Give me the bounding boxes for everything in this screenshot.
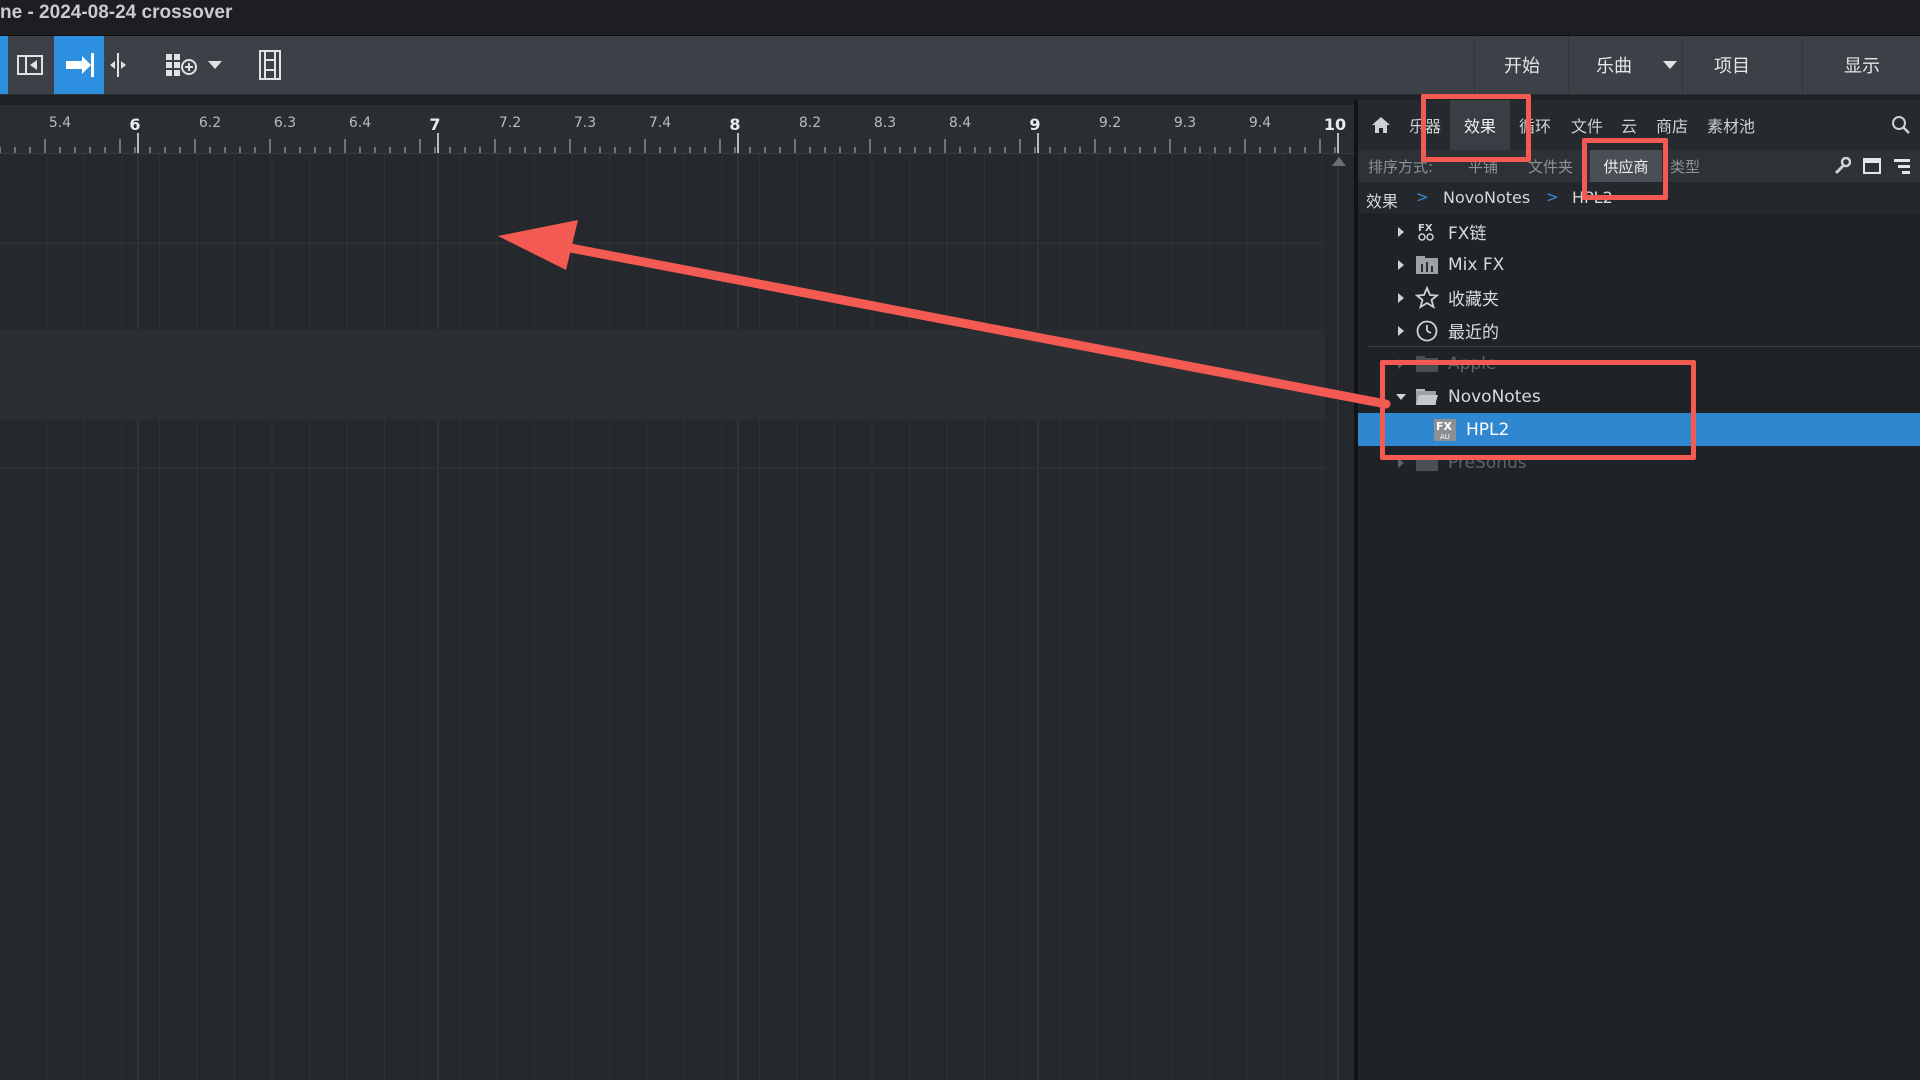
star-icon bbox=[1414, 285, 1440, 311]
ruler-label: 8 bbox=[729, 115, 741, 134]
ruler-label: 7.2 bbox=[498, 115, 522, 131]
search-button[interactable] bbox=[1886, 100, 1916, 150]
arrow-right-bar-icon bbox=[66, 53, 94, 77]
timeline-ruler[interactable]: 5.4 6 6.2 6.3 6.4 7 7.2 7.3 7.4 8 8.2 8.3 8.4 9 9.2 9.3… bbox=[0, 105, 1354, 154]
ruler-label: 9 bbox=[1029, 115, 1041, 134]
page-start-label: 开始 bbox=[1504, 56, 1540, 77]
sort-folder-label: 文件夹 bbox=[1528, 157, 1574, 176]
tree-item-fx-chains[interactable]: FX FX链 bbox=[1358, 215, 1920, 248]
sort-folder[interactable]: 文件夹 bbox=[1528, 150, 1588, 182]
view-mode-button[interactable] bbox=[1860, 150, 1884, 182]
tree-item-recent[interactable]: 最近的 bbox=[1358, 314, 1920, 347]
expand-arrow-icon[interactable] bbox=[1398, 325, 1404, 336]
ruler-label: 9.3 bbox=[1173, 115, 1197, 131]
chevron-down-icon bbox=[208, 61, 222, 69]
tree-item-mix-fx[interactable]: Mix FX bbox=[1358, 248, 1920, 281]
ruler-label: 8.3 bbox=[873, 115, 897, 131]
arrangement-grid bbox=[0, 153, 1339, 1080]
film-strip-icon bbox=[259, 50, 281, 80]
ruler-label: 6.3 bbox=[273, 115, 297, 131]
tab-shop-label: 商店 bbox=[1655, 117, 1688, 136]
expand-arrow-icon[interactable] bbox=[1398, 226, 1404, 237]
window-title: ne - 2024-08-24 crossover bbox=[0, 2, 233, 23]
browser-settings-button[interactable] bbox=[1830, 150, 1854, 182]
video-track-button[interactable] bbox=[252, 36, 288, 94]
mixer-folder-icon bbox=[1414, 252, 1440, 278]
toolbar: 开始 乐曲 项目 显示 bbox=[0, 36, 1920, 95]
chevron-right-icon: > bbox=[1416, 188, 1429, 206]
arrangement-view[interactable]: 5.4 6 6.2 6.3 6.4 7 7.2 7.3 7.4 8 8.2 8.3 8.4 9 9.2 9.3… bbox=[0, 105, 1354, 1080]
home-icon bbox=[1372, 117, 1390, 133]
ruler-label: 6 bbox=[129, 115, 141, 134]
page-project-button[interactable]: 项目 bbox=[1682, 36, 1781, 94]
expand-arrow-icon[interactable] bbox=[1398, 259, 1404, 270]
page-song-label: 乐曲 bbox=[1596, 56, 1632, 77]
expand-arrow-icon[interactable] bbox=[1398, 292, 1404, 303]
svg-text:FX: FX bbox=[1418, 223, 1433, 234]
ruler-label: 7 bbox=[429, 115, 441, 134]
show-button[interactable]: 显示 bbox=[1802, 36, 1920, 94]
wrench-icon bbox=[1834, 157, 1851, 175]
tree-item-label: 收藏夹 bbox=[1448, 290, 1499, 310]
ruler-label: 10 bbox=[1323, 115, 1347, 134]
track-lane[interactable] bbox=[0, 330, 1325, 420]
ruler-label: 7.4 bbox=[648, 115, 672, 131]
tree-item-favorites[interactable]: 收藏夹 bbox=[1358, 281, 1920, 314]
chevron-down-icon bbox=[1663, 61, 1677, 69]
window-icon bbox=[1863, 158, 1881, 174]
ruler-label: 7.3 bbox=[573, 115, 597, 131]
search-icon bbox=[1892, 116, 1910, 134]
show-label: 显示 bbox=[1844, 56, 1880, 77]
browser-panel: 乐器 效果 循环 文件 云 商店 素材池 排序方式: 平铺 文件夹 供应商 类型… bbox=[1358, 100, 1920, 1080]
split-icon bbox=[110, 53, 126, 77]
grid-dropdown-button[interactable] bbox=[204, 36, 226, 94]
inspector-toggle-button[interactable] bbox=[12, 36, 48, 94]
ruler-label: 8.2 bbox=[798, 115, 822, 131]
highlight-novonotes-hpl2 bbox=[1380, 360, 1696, 460]
page-project-label: 项目 bbox=[1714, 56, 1750, 77]
ruler-label: 6.4 bbox=[348, 115, 372, 131]
page-start-button[interactable]: 开始 bbox=[1474, 36, 1569, 94]
tab-pool[interactable]: 素材池 bbox=[1700, 100, 1762, 150]
tree-item-label: Mix FX bbox=[1448, 254, 1505, 275]
toolbar-edge bbox=[0, 36, 8, 94]
ruler-label: 9.2 bbox=[1098, 115, 1122, 131]
tree-item-label: 最近的 bbox=[1448, 323, 1499, 343]
snap-to-grid-button[interactable] bbox=[54, 36, 104, 94]
clock-icon bbox=[1414, 318, 1440, 344]
inspector-icon bbox=[17, 55, 43, 75]
breadcrumb-effects[interactable]: 效果 bbox=[1366, 188, 1398, 212]
fx-chain-icon: FX bbox=[1414, 219, 1440, 245]
split-tool-button[interactable] bbox=[104, 36, 132, 94]
grid-plus-icon bbox=[166, 54, 197, 76]
highlight-effects-tab bbox=[1421, 94, 1531, 162]
list-icon bbox=[1894, 159, 1910, 174]
grid-add-button[interactable] bbox=[160, 36, 202, 94]
title-bar: ne - 2024-08-24 crossover bbox=[0, 0, 1920, 36]
list-view-button[interactable] bbox=[1890, 150, 1914, 182]
ruler-label: 8.4 bbox=[948, 115, 972, 131]
sort-type-label: 类型 bbox=[1670, 157, 1701, 176]
highlight-vendor-sort bbox=[1582, 138, 1668, 200]
ruler-label: 6.2 bbox=[198, 115, 222, 131]
scroll-up-arrow[interactable] bbox=[1332, 157, 1346, 166]
tab-files-label: 文件 bbox=[1570, 117, 1603, 136]
sort-type[interactable]: 类型 bbox=[1670, 150, 1714, 182]
home-button[interactable] bbox=[1364, 100, 1398, 150]
tree-item-label: FX链 bbox=[1448, 224, 1487, 244]
page-song-button[interactable]: 乐曲 bbox=[1568, 36, 1659, 94]
song-dropdown-button[interactable] bbox=[1658, 36, 1682, 94]
tab-pool-label: 素材池 bbox=[1706, 117, 1755, 136]
ruler-label: 5.4 bbox=[48, 115, 72, 131]
chevron-right-icon: > bbox=[1546, 188, 1559, 206]
tab-cloud-label: 云 bbox=[1620, 117, 1637, 136]
ruler-label: 9.4 bbox=[1248, 115, 1272, 131]
breadcrumb-vendor[interactable]: NovoNotes bbox=[1443, 188, 1530, 207]
